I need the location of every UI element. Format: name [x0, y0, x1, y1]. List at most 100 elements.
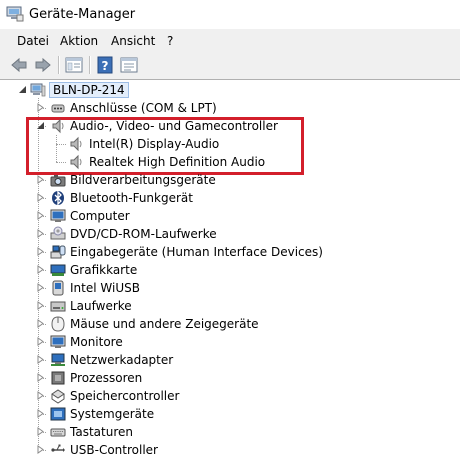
tree-item-monitore[interactable]: Monitore [0, 333, 460, 351]
expand-icon[interactable] [36, 103, 45, 112]
menu-aktion[interactable]: Aktion [60, 34, 98, 48]
computer-icon [30, 83, 46, 97]
tree-item-maeuse-und-andere-zeigegeraete[interactable]: Mäuse und andere Zeigegeräte [0, 315, 460, 333]
expand-icon[interactable] [36, 247, 45, 256]
tree-item-label: Grafikkarte [70, 263, 138, 277]
tree-item-label: USB-Controller [70, 443, 158, 457]
collapse-icon[interactable] [36, 121, 45, 130]
tree-item-label: Anschlüsse (COM & LPT) [70, 101, 217, 115]
tree-item-bluetooth-funkgeraet[interactable]: Bluetooth-Funkgerät [0, 189, 460, 207]
window-title: Geräte-Manager [29, 7, 136, 22]
monitor-icon [50, 209, 66, 222]
camera-icon [50, 175, 66, 187]
tree-item-audio-video-und-gamecontroller[interactable]: Audio-, Video- und Gamecontroller [0, 117, 460, 135]
menu-datei[interactable]: Datei [17, 34, 49, 48]
expand-icon[interactable] [36, 355, 45, 364]
expand-icon[interactable] [36, 445, 45, 454]
expand-icon[interactable] [36, 391, 45, 400]
tree-item-eingabegeraete-human-interface-devices[interactable]: Eingabegeräte (Human Interface Devices) [0, 243, 460, 261]
port-icon [51, 104, 65, 113]
back-arrow-icon[interactable] [9, 55, 29, 75]
monitor-icon [50, 335, 66, 348]
tree-item-usb-controller[interactable]: USB-Controller [0, 441, 460, 459]
tree-item-label: Mäuse und andere Zeigegeräte [70, 317, 259, 331]
tree-item-label: Bluetooth-Funkgerät [70, 191, 193, 205]
tree-item-label: Laufwerke [70, 299, 132, 313]
expand-icon[interactable] [36, 337, 45, 346]
tree-item-label: Monitore [70, 335, 123, 349]
menu-help[interactable]: ? [167, 34, 173, 48]
bluetooth-icon [52, 190, 64, 206]
tree-item-label: Eingabegeräte (Human Interface Devices) [70, 245, 323, 259]
expand-icon[interactable] [36, 301, 45, 310]
tree-item-label: Systemgeräte [70, 407, 155, 421]
menu-bar: Datei Aktion Ansicht ? [0, 28, 460, 52]
tree-subitem-label: Intel(R) Display-Audio [89, 137, 220, 151]
tree-item-bildverarbeitungsgeraete[interactable]: Bildverarbeitungsgeräte [0, 171, 460, 189]
tree-item-label: Bildverarbeitungsgeräte [70, 173, 216, 187]
expand-icon[interactable] [36, 229, 45, 238]
tree-item-netzwerkadapter[interactable]: Netzwerkadapter [0, 351, 460, 369]
tree-item-label: Tastaturen [70, 425, 133, 439]
tree-connector [56, 162, 66, 163]
toolbar-separator [58, 56, 60, 74]
tree-item-label: DVD/CD-ROM-Laufwerke [70, 227, 217, 241]
tree-item-label: Computer [70, 209, 130, 223]
tree-item-laufwerke[interactable]: Laufwerke [0, 297, 460, 315]
expand-icon[interactable] [36, 265, 45, 274]
storage-controller-icon [51, 389, 65, 404]
display-adapter-icon [50, 264, 66, 276]
expand-icon[interactable] [36, 427, 45, 436]
expand-icon[interactable] [36, 319, 45, 328]
tree-item-intel-wiusb[interactable]: Intel WiUSB [0, 279, 460, 297]
processor-icon [51, 371, 65, 385]
tree-item-anschluesse-com-lpt[interactable]: Anschlüsse (COM & LPT) [0, 99, 460, 117]
expand-icon[interactable] [36, 211, 45, 220]
tree-item-prozessoren[interactable]: Prozessoren [0, 369, 460, 387]
tree-item-label: Speichercontroller [70, 389, 180, 403]
expand-icon[interactable] [36, 193, 45, 202]
tree-subitem-realtek-high-definition-audio[interactable]: Realtek High Definition Audio [0, 153, 460, 171]
speaker-icon [52, 118, 64, 134]
tree-item-speichercontroller[interactable]: Speichercontroller [0, 387, 460, 405]
device-manager-icon [6, 6, 24, 22]
title-bar: Geräte-Manager [0, 0, 460, 28]
tree-item-computer[interactable]: Computer [0, 207, 460, 225]
expand-icon[interactable] [36, 409, 45, 418]
hid-icon [50, 245, 66, 259]
tree-item-systemgeraete[interactable]: Systemgeräte [0, 405, 460, 423]
usb-device-icon [52, 280, 64, 296]
toolbar-separator [89, 56, 91, 74]
device-tree: BLN-DP-214 Anschlüsse (COM & LPT) Audio-,… [0, 80, 460, 470]
tree-item-label: Netzwerkadapter [70, 353, 174, 367]
usb-controller-icon [51, 444, 65, 452]
tree-item-dvd-cd-rom-laufwerke[interactable]: DVD/CD-ROM-Laufwerke [0, 225, 460, 243]
toolbar: ? [0, 51, 460, 80]
tree-item-tastaturen[interactable]: Tastaturen [0, 423, 460, 441]
expand-icon[interactable] [36, 283, 45, 292]
tree-subitem-intel-r-display-audio[interactable]: Intel(R) Display-Audio [0, 135, 460, 153]
collapse-icon[interactable] [18, 85, 27, 94]
expand-icon[interactable] [36, 373, 45, 382]
help-icon[interactable]: ? [95, 55, 115, 75]
speaker-icon [70, 154, 82, 170]
expand-icon[interactable] [36, 175, 45, 184]
tree-subitem-label: Realtek High Definition Audio [89, 155, 266, 169]
svg-text:?: ? [102, 59, 109, 73]
keyboard-icon [50, 428, 66, 437]
tree-connector [56, 144, 66, 145]
tree-item-label: Audio-, Video- und Gamecontroller [70, 119, 278, 133]
menu-ansicht[interactable]: Ansicht [111, 34, 155, 48]
tree-item-label: Prozessoren [70, 371, 143, 385]
tree-root[interactable]: BLN-DP-214 [0, 81, 460, 99]
tree-item-grafikkarte[interactable]: Grafikkarte [0, 261, 460, 279]
tree-item-label: Intel WiUSB [70, 281, 140, 295]
forward-arrow-icon[interactable] [33, 55, 53, 75]
computer-name-label[interactable]: BLN-DP-214 [49, 82, 129, 98]
show-hide-tree-icon[interactable] [64, 55, 84, 75]
properties-icon[interactable] [119, 55, 139, 75]
optical-drive-icon [50, 226, 66, 240]
disk-drive-icon [50, 301, 66, 312]
system-device-icon [50, 407, 66, 421]
speaker-icon [70, 136, 82, 152]
